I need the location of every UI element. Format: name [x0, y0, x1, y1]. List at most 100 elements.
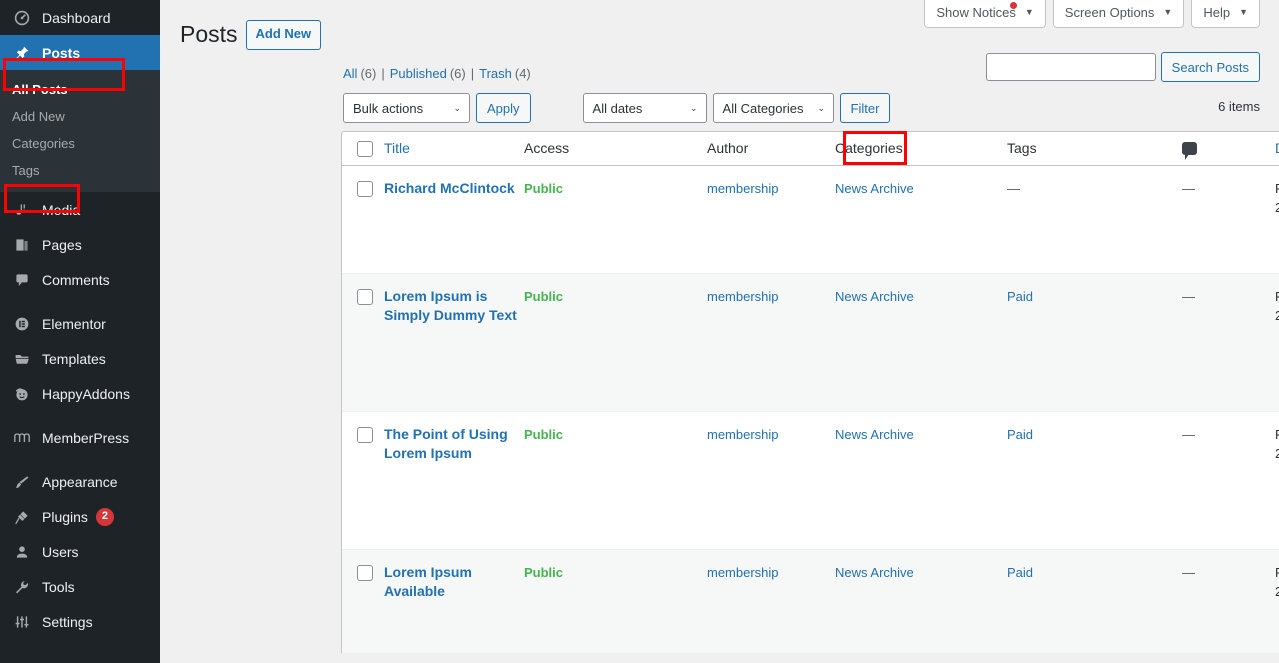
happy-face-icon [12, 384, 32, 404]
cell-comments: — [1182, 563, 1275, 582]
author-link[interactable]: membership [707, 427, 779, 442]
post-title-link[interactable]: Lorem Ipsum is Simply Dummy Text [384, 288, 517, 323]
category-filter-select[interactable]: All Categories ⌄ [712, 93, 834, 123]
submenu-item-categories[interactable]: Categories [0, 130, 160, 157]
search-posts-button[interactable]: Search Posts [1160, 52, 1260, 82]
sidebar-item-memberpress[interactable]: MemberPress [0, 420, 160, 455]
media-icon [12, 200, 32, 220]
submenu-item-tags[interactable]: Tags [0, 157, 160, 184]
chevron-down-icon: ▼ [1024, 7, 1034, 17]
sidebar-item-settings[interactable]: Settings [0, 604, 160, 639]
author-link[interactable]: membership [707, 289, 779, 304]
add-new-button[interactable]: Add New [245, 20, 322, 50]
author-link[interactable]: membership [707, 565, 779, 580]
tag-link[interactable]: Paid [1007, 427, 1033, 442]
access-badge: Public [524, 289, 564, 304]
post-title-link[interactable]: Lorem Ipsum Available [384, 564, 472, 599]
filter-count-trash: (4) [514, 66, 531, 81]
category-link[interactable]: News Archive [835, 289, 914, 304]
sidebar-item-templates[interactable]: Templates [0, 341, 160, 376]
sidebar-item-tools[interactable]: Tools [0, 569, 160, 604]
filter-link-all[interactable]: All [343, 66, 357, 81]
search-input[interactable] [985, 53, 1156, 81]
apply-button[interactable]: Apply [476, 93, 531, 123]
sidebar-item-media[interactable]: Media [0, 192, 160, 227]
column-header-tags: Tags [1007, 140, 1182, 158]
comments-value: — [1182, 427, 1195, 442]
sidebar-item-elementor[interactable]: Elementor [0, 306, 160, 341]
date-value: 2023/02/16 at 9:12 am [1275, 446, 1279, 461]
date-status: Published [1275, 563, 1279, 582]
date-status: Published [1275, 179, 1279, 198]
table-navigation-top: Bulk actions ⌄ Apply All dates ⌄ All Cat… [343, 93, 891, 123]
filter-link-trash[interactable]: Trash [479, 66, 512, 81]
sidebar-item-label: HappyAddons [42, 385, 130, 402]
access-badge: Public [524, 427, 564, 442]
row-checkbox[interactable] [357, 289, 373, 305]
wrench-icon [12, 577, 32, 597]
column-header-date-label: Date [1275, 140, 1279, 156]
cell-title: Lorem Ipsum is Simply Dummy Text [384, 287, 524, 325]
help-label: Help [1203, 4, 1231, 20]
column-header-tags-label: Tags [1007, 139, 1037, 156]
sidebar-item-happyaddons[interactable]: HappyAddons [0, 376, 160, 411]
row-checkbox[interactable] [357, 427, 373, 443]
cell-categories: News Archive [835, 563, 1007, 582]
sidebar-item-appearance[interactable]: Appearance [0, 464, 160, 499]
column-header-author-label: Author [707, 139, 749, 156]
sidebar-item-label: Comments [42, 271, 110, 288]
author-link[interactable]: membership [707, 181, 779, 196]
cell-tags: — [1007, 179, 1182, 198]
cell-access: Public [524, 179, 707, 198]
screen-meta-links: Show Notices ▼ Screen Options ▼ Help ▼ [924, 0, 1260, 28]
show-notices-button[interactable]: Show Notices ▼ [924, 0, 1046, 28]
select-all-cell [342, 140, 384, 157]
category-link[interactable]: News Archive [835, 565, 914, 580]
sidebar-item-comments[interactable]: Comments [0, 262, 160, 297]
category-link[interactable]: News Archive [835, 181, 914, 196]
cell-categories: News Archive [835, 287, 1007, 306]
cell-tags: Paid [1007, 563, 1182, 582]
date-value: 2023/02/16 at 9:13 am [1275, 200, 1279, 215]
tag-link[interactable]: Paid [1007, 289, 1033, 304]
elementor-icon [12, 314, 32, 334]
submenu-item-all-posts[interactable]: All Posts [0, 76, 160, 103]
cell-access: Public [524, 563, 707, 582]
table-row: Lorem Ipsum Available Public membership … [342, 550, 1279, 653]
column-header-access: Access [524, 140, 707, 158]
filter-link-published[interactable]: Published [390, 66, 447, 81]
tag-link[interactable]: Paid [1007, 565, 1033, 580]
filter-button[interactable]: Filter [839, 93, 891, 123]
date-filter-select[interactable]: All dates ⌄ [582, 93, 707, 123]
comments-value: — [1182, 181, 1195, 196]
screen-options-button[interactable]: Screen Options ▼ [1052, 0, 1185, 28]
access-badge: Public [524, 181, 564, 196]
comment-icon [1182, 142, 1197, 160]
sidebar-item-users[interactable]: Users [0, 534, 160, 569]
sidebar-item-posts[interactable]: Posts [0, 35, 160, 70]
select-all-checkbox[interactable] [357, 140, 373, 157]
pin-icon [12, 43, 32, 63]
row-checkbox[interactable] [357, 565, 373, 581]
sidebar-item-dashboard[interactable]: Dashboard [0, 0, 160, 35]
submenu-item-add-new[interactable]: Add New [0, 103, 160, 130]
page-title: Posts [180, 21, 238, 47]
folder-icon [12, 349, 32, 369]
tags-value: — [1007, 181, 1020, 196]
chevron-down-icon: ⌄ [689, 102, 698, 113]
wp-admin-screen: Dashboard Posts All Posts Add New Catego… [0, 0, 1279, 663]
column-header-date[interactable]: Date [1275, 140, 1279, 158]
help-button[interactable]: Help ▼ [1191, 0, 1260, 28]
cell-author: membership [707, 287, 835, 306]
post-title-link[interactable]: The Point of Using Lorem Ipsum [384, 426, 508, 461]
sidebar-item-pages[interactable]: Pages [0, 227, 160, 262]
row-checkbox[interactable] [357, 181, 373, 197]
sidebar-item-label: Dashboard [42, 9, 111, 26]
post-title-link[interactable]: Richard McClintock [384, 180, 515, 196]
bulk-actions-select[interactable]: Bulk actions ⌄ [343, 93, 470, 123]
category-link[interactable]: News Archive [835, 427, 914, 442]
bulk-actions-value: Bulk actions [353, 100, 424, 116]
sidebar-item-plugins[interactable]: Plugins 2 [0, 499, 160, 534]
column-header-title[interactable]: Title [384, 140, 524, 158]
date-status: Published [1275, 425, 1279, 444]
